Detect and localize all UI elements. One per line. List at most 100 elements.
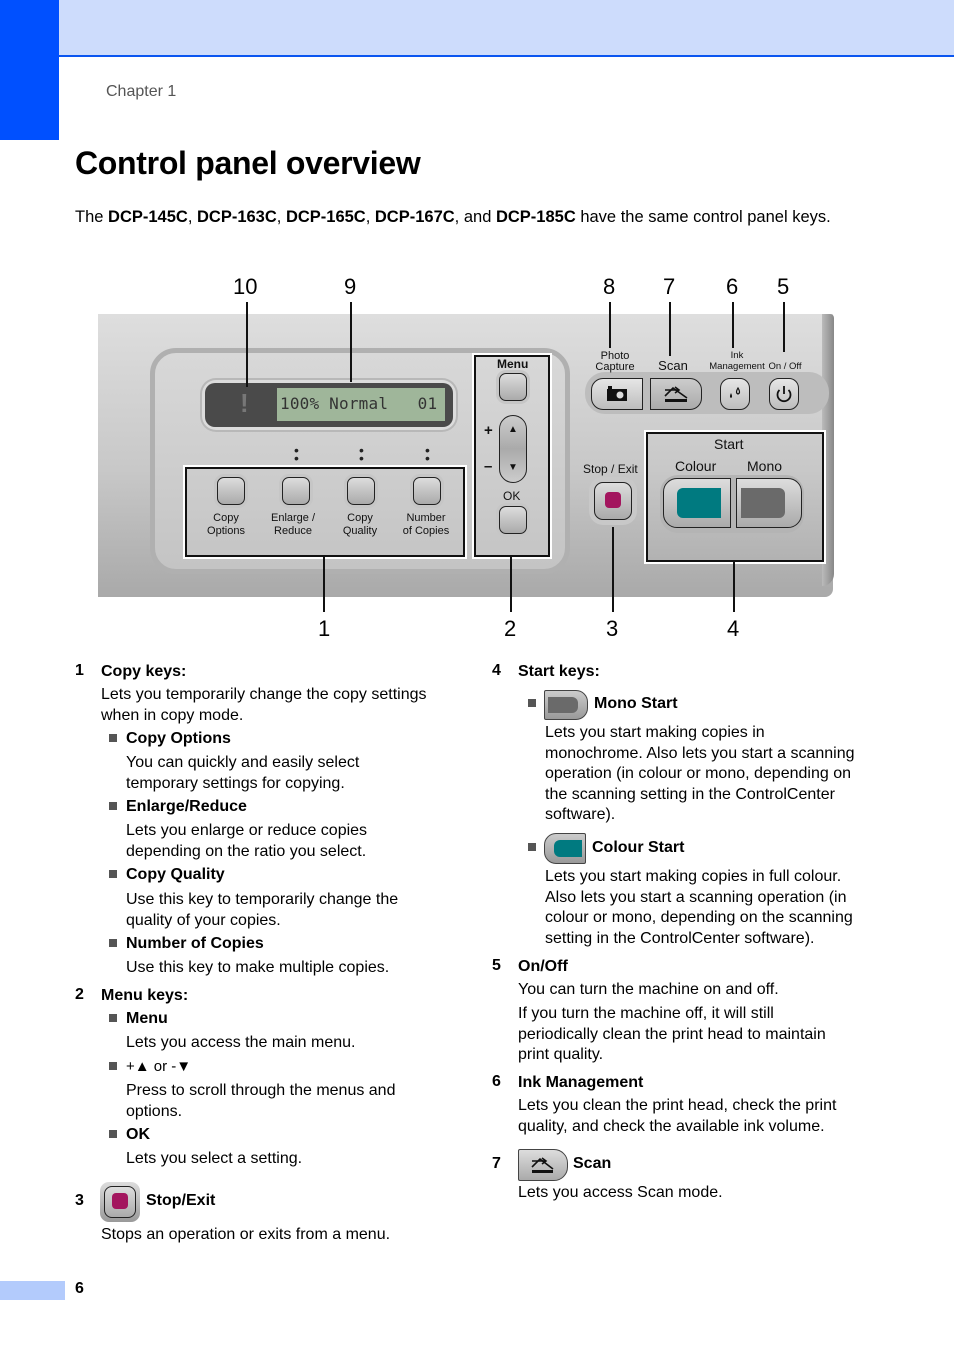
section-title: Start keys: [518, 663, 600, 680]
number-of-copies-key[interactable] [413, 477, 441, 505]
section-title: On/Off [518, 958, 568, 975]
item-title: Copy Options [126, 730, 231, 747]
photo-capture-key[interactable] [591, 378, 643, 410]
bullet-icon [109, 939, 117, 947]
mono-pad [548, 697, 578, 713]
scan-icon [531, 1157, 554, 1173]
photo-capture-label: Photo Capture [585, 351, 645, 373]
colour-start-key[interactable] [663, 478, 731, 528]
mono-start-key-icon [544, 690, 588, 720]
model-name: DCP-185C [495, 208, 576, 226]
item-desc: Lets you select a setting. [126, 1150, 303, 1167]
model-name: DCP-145C [108, 208, 188, 226]
colour-label: Colour [675, 458, 717, 474]
ok-key[interactable] [499, 506, 527, 534]
leader-line [669, 302, 671, 356]
on-off-key[interactable] [769, 378, 799, 410]
camera-icon [607, 386, 627, 401]
dots-marker: • • [425, 442, 430, 466]
item-title: Enlarge/Reduce [126, 798, 247, 815]
label-line: of Copies [402, 525, 450, 537]
callout-8: 8 [603, 274, 616, 299]
model-name: DCP-165C [285, 208, 366, 226]
scan-key[interactable] [650, 378, 702, 410]
section-title: Menu keys: [101, 987, 189, 1004]
item-title: Colour Start [592, 839, 685, 856]
leader-line [733, 560, 735, 612]
separator: , [365, 208, 375, 226]
section-desc: Stops an operation or exits from a menu. [101, 1226, 391, 1243]
copy-quality-key[interactable] [347, 477, 375, 505]
label-line: Capture [595, 361, 635, 373]
section-number: 4 [492, 662, 501, 679]
label-line: Number [406, 512, 446, 524]
section-number: 7 [492, 1155, 501, 1172]
menu-key[interactable] [499, 373, 527, 401]
callout-5: 5 [777, 274, 790, 299]
copy-options-key[interactable] [217, 477, 245, 505]
ink-management-key[interactable] [720, 378, 750, 410]
mono-start-pad [741, 488, 785, 518]
leader-line [612, 527, 614, 612]
down-arrow-icon[interactable]: ▼ [508, 462, 518, 473]
number-of-copies-label: Number of Copies [386, 512, 466, 538]
item-desc: Lets you access the main menu. [126, 1034, 356, 1051]
header-band [59, 0, 954, 55]
leader-line [323, 556, 325, 612]
bullet-icon [528, 699, 536, 707]
up-arrow-icon[interactable]: ▲ [508, 424, 518, 435]
mono-start-key[interactable] [736, 478, 802, 528]
callout-3: 3 [606, 616, 619, 641]
colour-start-key-icon [544, 833, 586, 864]
on-off-label: On / Off [768, 361, 802, 372]
bullet-icon [109, 802, 117, 810]
model-name: DCP-163C [196, 208, 277, 226]
footer-band [0, 1281, 65, 1300]
callout-1: 1 [318, 616, 331, 641]
plus-label: + [484, 422, 493, 439]
section-number: 1 [75, 662, 84, 679]
minus-label: – [484, 458, 493, 475]
bullet-icon [109, 1062, 117, 1070]
control-panel-figure: ! 100% Normal 01 • • • • • • Copy Options En… [95, 270, 855, 650]
lcd-text: 100% Normal 01 [280, 394, 438, 413]
callout-2: 2 [504, 616, 517, 641]
item-title: Number of Copies [126, 935, 264, 952]
bullet-icon [109, 1014, 117, 1022]
intro-text: The [75, 208, 109, 226]
menu-label: Menu [497, 357, 529, 371]
section-desc: Lets you access Scan mode. [518, 1184, 723, 1201]
intro-text: have the same control panel keys. [575, 208, 831, 226]
model-name: DCP-167C [374, 208, 455, 226]
item-desc: You can quickly and easily select tempor… [126, 754, 360, 792]
scan-label: Scan [658, 358, 688, 373]
section-title: Ink Management [518, 1074, 644, 1091]
colour-pad [554, 840, 582, 857]
stop-exit-key[interactable] [594, 482, 632, 520]
item-title: Menu [126, 1010, 168, 1027]
ink-management-label: Ink Management [702, 350, 772, 372]
power-icon [776, 386, 792, 403]
section-desc-2: If you turn the machine off, it will sti… [518, 1005, 826, 1063]
chapter-tab [0, 0, 59, 140]
label-line: Management [709, 361, 765, 372]
section-title: Copy keys: [101, 663, 187, 680]
section-number: 3 [75, 1192, 84, 1209]
callout-6: 6 [726, 274, 739, 299]
bullet-icon [528, 843, 536, 851]
separator: , [276, 208, 286, 226]
item-title: OK [126, 1126, 150, 1143]
ink-drop-icon [730, 386, 741, 398]
enlarge-reduce-key[interactable] [282, 477, 310, 505]
item-desc: Use this key to make multiple copies. [126, 959, 390, 976]
dots-marker: • • [359, 442, 364, 466]
callout-10: 10 [233, 274, 258, 299]
leader-line [246, 302, 248, 387]
intro-paragraph: The DCP-145C, DCP-163C, DCP-165C, DCP-16… [75, 206, 875, 228]
item-title: Mono Start [594, 695, 678, 712]
warning-led-icon: ! [240, 388, 249, 418]
stop-icon [112, 1193, 128, 1209]
callout-9: 9 [344, 274, 357, 299]
ok-label: OK [503, 489, 521, 503]
leader-line [350, 302, 352, 382]
